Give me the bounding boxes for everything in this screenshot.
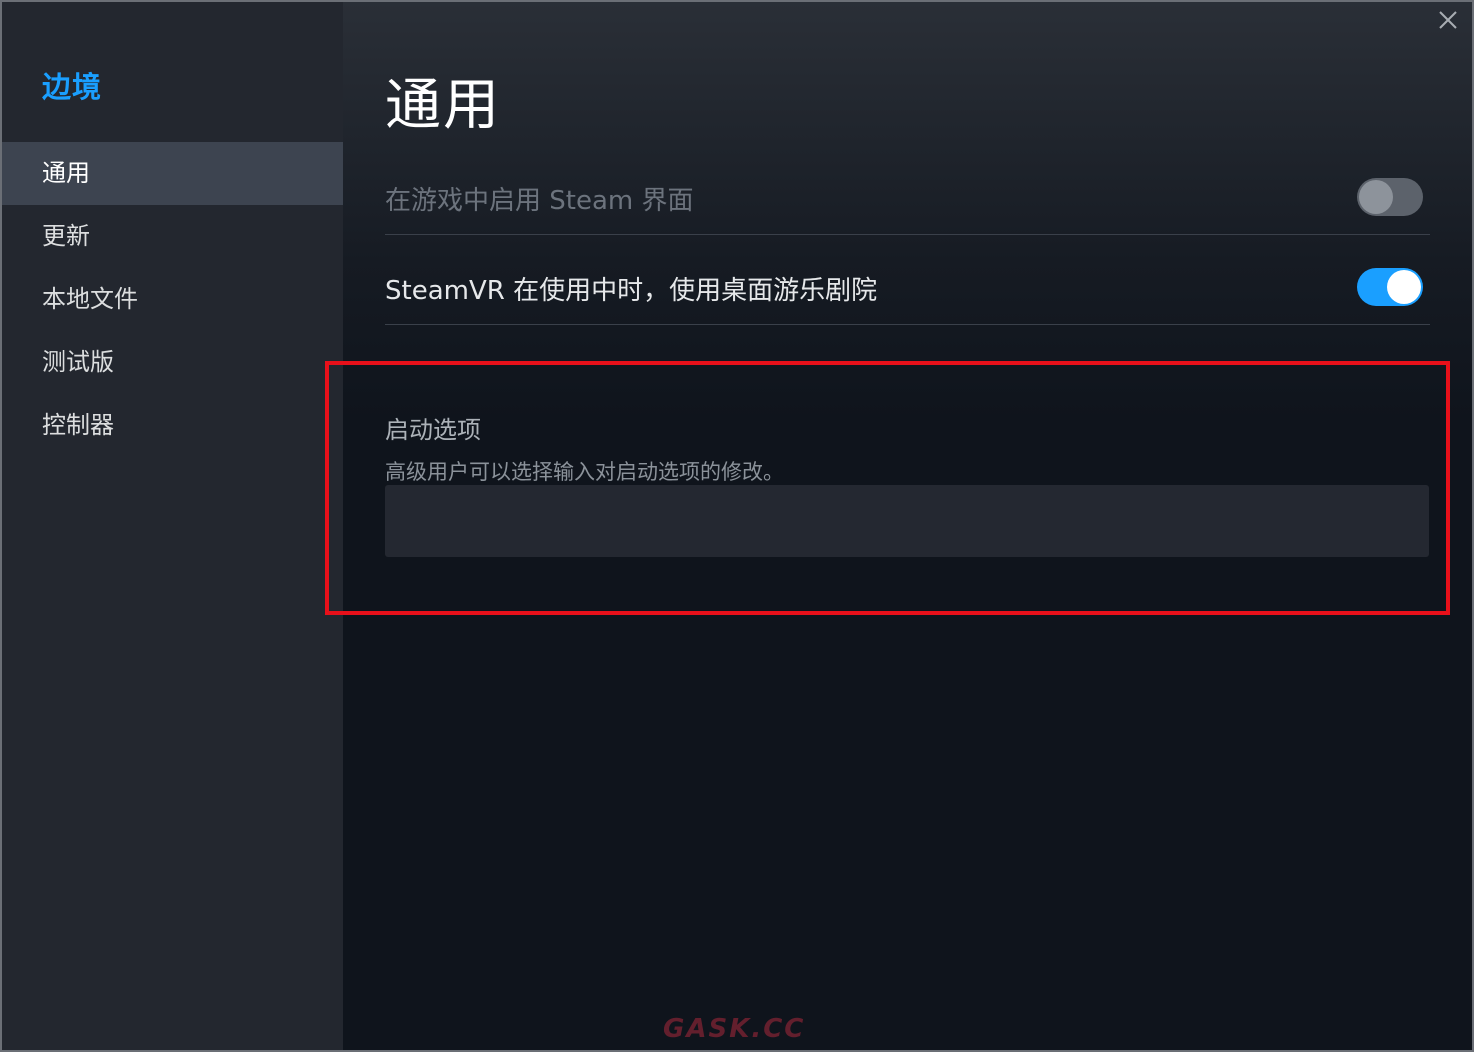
close-icon (1439, 11, 1457, 29)
sidebar-item-updates[interactable]: 更新 (2, 205, 343, 268)
sidebar-nav: 通用 更新 本地文件 测试版 控制器 (2, 142, 343, 457)
setting-row-desktop-theater: SteamVR 在使用中时，使用桌面游乐剧院 (385, 252, 1430, 325)
steam-overlay-toggle[interactable] (1357, 178, 1423, 216)
setting-label-steam-overlay: 在游戏中启用 Steam 界面 (385, 186, 694, 216)
sidebar-item-local-files[interactable]: 本地文件 (2, 268, 343, 331)
close-button[interactable] (1436, 8, 1460, 32)
toggle-knob (1387, 270, 1421, 304)
setting-row-steam-overlay: 在游戏中启用 Steam 界面 (385, 162, 1430, 235)
watermark: GASK.CC (663, 1014, 806, 1044)
sidebar-item-betas[interactable]: 测试版 (2, 331, 343, 394)
highlight-annotation-box (325, 361, 1450, 615)
setting-label-desktop-theater: SteamVR 在使用中时，使用桌面游乐剧院 (385, 276, 878, 306)
sidebar-item-controller[interactable]: 控制器 (2, 394, 343, 457)
sidebar: 边境 通用 更新 本地文件 测试版 控制器 (2, 2, 343, 1050)
page-title: 通用 (385, 73, 501, 138)
toggle-knob (1359, 180, 1393, 214)
sidebar-item-general[interactable]: 通用 (2, 142, 343, 205)
desktop-theater-toggle[interactable] (1357, 268, 1423, 306)
game-title: 边境 (42, 70, 103, 104)
